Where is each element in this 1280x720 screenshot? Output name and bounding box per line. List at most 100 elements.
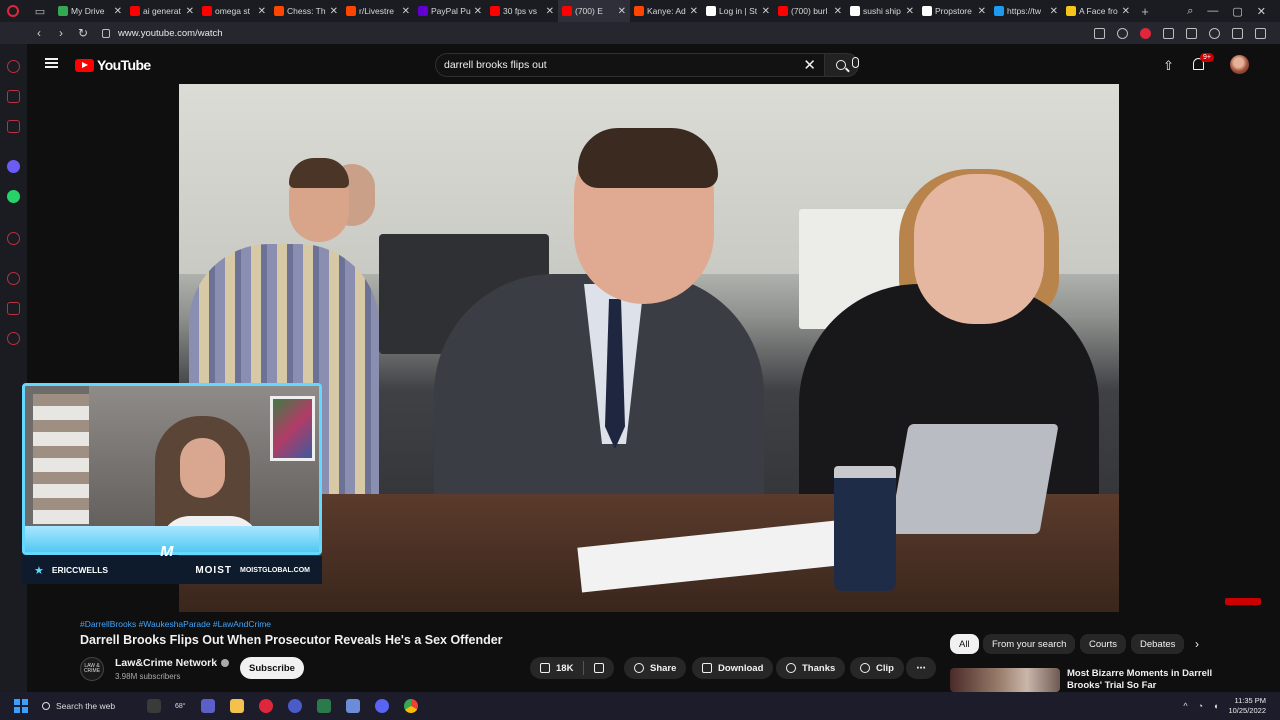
back-button[interactable]: ‹ (28, 26, 50, 40)
browser-tab[interactable]: sushi ship ✕ (846, 0, 918, 22)
browser-tab[interactable]: Log in | St ✕ (702, 0, 774, 22)
menu-icon[interactable] (45, 58, 58, 68)
weather-widget[interactable]: 68° (175, 703, 186, 710)
speed-dial-icon[interactable] (7, 60, 20, 73)
extensions-icon[interactable] (7, 302, 20, 315)
tab-search-icon[interactable]: ▭ (26, 0, 54, 22)
opera-taskbar-icon[interactable] (258, 699, 273, 713)
download-button[interactable]: Download (692, 657, 774, 679)
forward-button[interactable]: › (50, 26, 72, 40)
share-button[interactable]: Share (624, 657, 687, 679)
browser-tab[interactable]: Kanye: Ad ✕ (630, 0, 702, 22)
subscribe-button[interactable]: Subscribe (240, 657, 304, 679)
like-count[interactable]: 18K (556, 663, 573, 674)
account-avatar[interactable] (1230, 55, 1249, 74)
tab-close-icon[interactable]: ✕ (1050, 6, 1058, 17)
teams-icon[interactable] (200, 699, 215, 713)
maximize-button[interactable]: ▢ (1232, 5, 1242, 18)
browser-tab[interactable]: ai generat ✕ (126, 0, 198, 22)
reload-button[interactable]: ↻ (72, 26, 94, 40)
url-field[interactable]: www.youtube.com/watch (102, 28, 223, 39)
tab-close-icon[interactable]: ✕ (330, 6, 338, 17)
menu-lines-icon[interactable] (1255, 27, 1266, 39)
chevron-right-icon[interactable]: › (1195, 637, 1199, 651)
tab-close-icon[interactable]: ✕ (474, 6, 482, 17)
tab-close-icon[interactable]: ✕ (1122, 6, 1130, 17)
youtube-logo[interactable]: YouTube (75, 57, 151, 73)
clear-search-icon[interactable]: ✕ (803, 56, 816, 74)
recommendation-thumbnail[interactable] (950, 668, 1060, 692)
chip-debates[interactable]: Debates (1131, 634, 1185, 654)
tab-close-icon[interactable]: ✕ (834, 6, 842, 17)
minimize-button[interactable]: — (1207, 5, 1218, 17)
discord-icon[interactable] (374, 699, 389, 713)
voice-search-icon[interactable] (852, 57, 859, 68)
tab-close-icon[interactable]: ✕ (546, 6, 554, 17)
browser-tab[interactable]: My Drive ✕ (54, 0, 126, 22)
shopping-icon[interactable] (7, 90, 20, 103)
snipping-tool-icon[interactable] (345, 699, 360, 713)
whatsapp-icon[interactable] (7, 190, 20, 203)
recommendation-title[interactable]: Most Bizarre Moments in Darrell Brooks' … (1067, 668, 1217, 692)
history-icon[interactable] (7, 272, 20, 285)
search-tabs-icon[interactable]: ⌕ (1187, 5, 1193, 18)
video-hashtags[interactable]: #DarrellBrooks #WaukeshaParade #LawAndCr… (80, 619, 271, 629)
browser-tab[interactable]: https://tw ✕ (990, 0, 1062, 22)
send-icon[interactable] (1186, 27, 1197, 39)
app-icon[interactable] (316, 699, 331, 713)
close-window-button[interactable]: ✕ (1257, 5, 1266, 18)
upload-icon[interactable]: ⇧ (1163, 58, 1174, 74)
dislike-icon[interactable] (594, 663, 605, 673)
opera-logo-icon[interactable] (0, 0, 26, 22)
file-explorer-icon[interactable] (229, 699, 244, 713)
wifi-icon[interactable]: ◔ (1198, 701, 1203, 711)
download-browser-icon[interactable] (1232, 27, 1243, 39)
browser-tab[interactable]: (700) E ✕ (558, 0, 630, 22)
clip-button[interactable]: Clip (850, 657, 904, 679)
channel-avatar[interactable]: LAW & CRIME (80, 657, 104, 681)
browser-tab[interactable]: (700) burl ✕ (774, 0, 846, 22)
tab-close-icon[interactable]: ✕ (978, 6, 986, 17)
thanks-button[interactable]: Thanks (776, 657, 846, 679)
browser-tab[interactable]: Chess: Th ✕ (270, 0, 342, 22)
heart-icon[interactable] (1209, 27, 1220, 39)
tab-close-icon[interactable]: ✕ (762, 6, 770, 17)
browser-tab[interactable]: PayPal Pu ✕ (414, 0, 486, 22)
more-actions-button[interactable]: ⋯ (906, 657, 936, 679)
player-icon[interactable] (7, 232, 20, 245)
vpn-icon[interactable] (287, 699, 302, 713)
like-icon[interactable] (540, 663, 550, 673)
adblock-icon[interactable] (1140, 27, 1151, 39)
tab-close-icon[interactable]: ✕ (906, 6, 914, 17)
tab-close-icon[interactable]: ✕ (114, 6, 122, 17)
tab-close-icon[interactable]: ✕ (690, 6, 698, 17)
chip-all[interactable]: All (950, 634, 979, 654)
settings-icon[interactable] (7, 332, 20, 345)
channel-name[interactable]: Law&Crime Network (115, 657, 230, 669)
volume-icon[interactable]: ◖ (1213, 701, 1218, 711)
twitch-icon[interactable] (7, 120, 20, 133)
tab-close-icon[interactable]: ✕ (402, 6, 410, 17)
messenger-icon[interactable] (7, 160, 20, 173)
browser-tab[interactable]: A Face fro ✕ (1062, 0, 1134, 22)
windows-start-icon[interactable] (14, 699, 28, 713)
taskbar-clock[interactable]: 11:35 PM 10/25/2022 (1228, 696, 1266, 716)
new-tab-button[interactable]: + (1134, 4, 1156, 19)
camera-icon[interactable] (1117, 27, 1128, 39)
wallet-icon[interactable] (1163, 27, 1174, 39)
snapshot-icon[interactable] (1094, 27, 1105, 39)
browser-tab[interactable]: 30 fps vs ✕ (486, 0, 558, 22)
chrome-icon[interactable] (403, 699, 418, 713)
tray-chevron-icon[interactable]: ^ (1183, 701, 1187, 711)
task-view-icon[interactable] (147, 699, 161, 713)
chip-from-your-search[interactable]: From your search (983, 634, 1076, 654)
tab-close-icon[interactable]: ✕ (258, 6, 266, 17)
search-input[interactable]: darrell brooks flips out ✕ (435, 53, 825, 77)
chip-courts[interactable]: Courts (1080, 634, 1126, 654)
taskbar-search[interactable]: Search the web (42, 701, 132, 711)
browser-tab[interactable]: omega st ✕ (198, 0, 270, 22)
tab-close-icon[interactable]: ✕ (186, 6, 194, 17)
browser-tab[interactable]: Propstore ✕ (918, 0, 990, 22)
tab-close-icon[interactable]: ✕ (618, 6, 626, 17)
browser-tab[interactable]: r/Livestre ✕ (342, 0, 414, 22)
